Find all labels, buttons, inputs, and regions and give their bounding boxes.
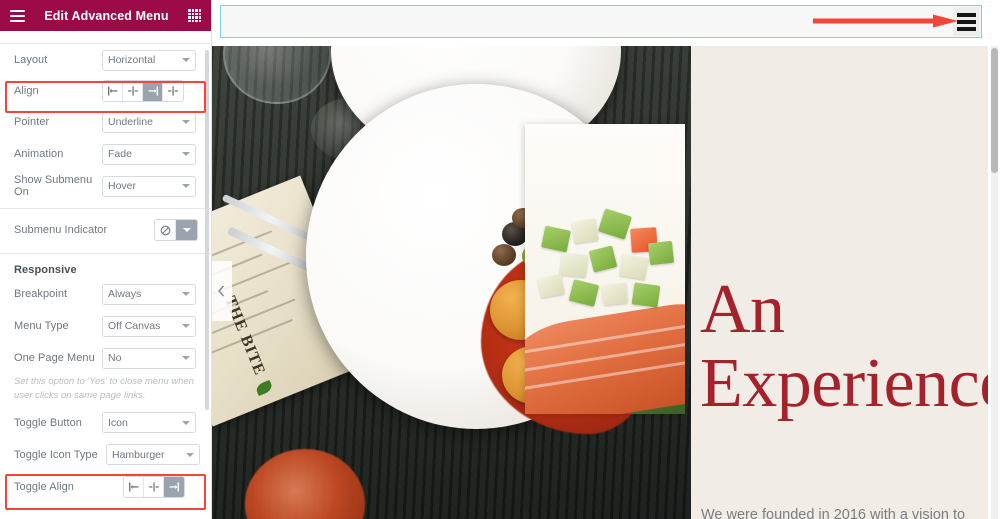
- chevron-down-icon: [182, 324, 190, 328]
- preview-scrollbar-thumb[interactable]: [991, 48, 998, 173]
- chevron-down-icon: [182, 420, 190, 425]
- panel-scrollbar[interactable]: [205, 50, 209, 410]
- control-row-show-submenu-on: Show Submenu On Hover: [0, 170, 211, 202]
- select-toggle-icon-type[interactable]: Hamburger: [106, 444, 200, 466]
- select-one-page-menu[interactable]: No: [102, 347, 196, 369]
- hero-text-column: An Experience We were founded in 2016 wi…: [691, 46, 1000, 519]
- salmon-photo: [525, 124, 685, 414]
- label-toggle-button: Toggle Button: [14, 416, 82, 429]
- control-row-one-page-menu: One Page Menu No: [0, 342, 211, 374]
- align-left-button[interactable]: [103, 81, 123, 101]
- select-menu-type-value: Off Canvas: [108, 320, 161, 332]
- select-pointer[interactable]: Underline: [102, 111, 196, 133]
- chevron-down-icon: [182, 120, 190, 124]
- panel-subbar: [0, 31, 211, 44]
- hero-photo-collage: THE BITE: [211, 46, 691, 519]
- label-pointer: Pointer: [14, 116, 50, 128]
- headline-line-2: Experience: [700, 345, 1000, 422]
- hamburger-toggle-icon[interactable]: [953, 7, 980, 36]
- control-row-toggle-align: Toggle Align: [0, 471, 211, 503]
- app-root: Edit Advanced Menu Layout Horizontal Ali…: [0, 0, 1000, 519]
- menu-widget-container[interactable]: [220, 5, 982, 38]
- select-toggle-button-value: Icon: [108, 416, 128, 429]
- select-toggle-icon-type-value: Hamburger: [112, 448, 165, 461]
- one-page-menu-helper-text: Set this option to 'Yes' to close menu w…: [14, 376, 195, 401]
- control-row-layout: Layout Horizontal: [0, 44, 211, 76]
- headline-line-1: An: [700, 271, 785, 348]
- label-menu-type: Menu Type: [14, 320, 69, 332]
- label-animation: Animation: [14, 148, 64, 160]
- label-one-page-menu: One Page Menu: [14, 352, 95, 364]
- control-row-toggle-button: Toggle Button Icon: [0, 407, 211, 439]
- chevron-down-icon: [182, 292, 190, 296]
- chevron-down-icon: [186, 452, 194, 457]
- select-animation-value: Fade: [108, 148, 132, 160]
- label-show-submenu-on: Show Submenu On: [14, 174, 93, 198]
- toggle-align-left-button[interactable]: [124, 476, 144, 497]
- toggle-align-right-button[interactable]: [164, 476, 184, 497]
- panel-title: Edit Advanced Menu: [44, 8, 169, 23]
- select-menu-type[interactable]: Off Canvas: [102, 315, 196, 337]
- panel-body: Layout Horizontal Align Pointer Underlin…: [0, 44, 211, 519]
- control-row-pointer: Pointer Underline: [0, 106, 211, 138]
- control-row-animation: Animation Fade: [0, 138, 211, 170]
- label-toggle-icon-type: Toggle Icon Type: [14, 448, 98, 461]
- label-toggle-align: Toggle Align: [14, 480, 74, 493]
- align-center-button[interactable]: [123, 81, 143, 101]
- select-pointer-value: Underline: [108, 116, 153, 128]
- grid-apps-icon[interactable]: [188, 9, 201, 22]
- select-breakpoint[interactable]: Always: [102, 283, 196, 305]
- preview-canvas: THE BITE An Experience We were founded i…: [211, 0, 1000, 519]
- select-layout-value: Horizontal: [108, 54, 156, 66]
- control-row-align: Align: [0, 76, 211, 106]
- salmon-fillet: [525, 298, 685, 414]
- align-button-group: [102, 80, 184, 102]
- chevron-down-icon: [182, 152, 190, 156]
- chevron-down-icon: [182, 184, 190, 188]
- toggle-align-button-group: [123, 475, 185, 498]
- panel-header: Edit Advanced Menu: [0, 0, 211, 31]
- chevron-down-icon: [182, 58, 190, 62]
- preview-header-area: [211, 0, 1000, 46]
- align-right-button[interactable]: [143, 81, 163, 101]
- editor-panel: Edit Advanced Menu Layout Horizontal Ali…: [0, 0, 211, 519]
- toggle-align-center-button[interactable]: [144, 476, 164, 497]
- select-breakpoint-value: Always: [108, 288, 142, 300]
- label-submenu-indicator: Submenu Indicator: [14, 224, 108, 236]
- chevron-left-icon: [218, 285, 225, 297]
- slider-prev-button[interactable]: [211, 261, 232, 321]
- label-breakpoint: Breakpoint: [14, 288, 68, 300]
- section-title-responsive: Responsive: [14, 264, 77, 276]
- submenu-indicator-group: [154, 219, 198, 241]
- select-layout[interactable]: Horizontal: [102, 49, 196, 71]
- label-align: Align: [14, 85, 39, 97]
- divider: [0, 253, 211, 254]
- control-row-submenu-indicator: Submenu Indicator: [0, 213, 211, 247]
- submenu-indicator-dropdown[interactable]: [176, 220, 197, 240]
- select-show-submenu-on-value: Hover: [108, 180, 137, 192]
- chevron-down-icon: [182, 228, 191, 232]
- select-one-page-menu-value: No: [108, 352, 122, 364]
- select-show-submenu-on[interactable]: Hover: [102, 175, 196, 197]
- control-row-menu-type: Menu Type Off Canvas: [0, 310, 211, 342]
- none-icon-button[interactable]: [155, 220, 176, 240]
- control-row-breakpoint: Breakpoint Always: [0, 278, 211, 310]
- chevron-down-icon: [182, 356, 190, 360]
- align-justify-button[interactable]: [163, 81, 183, 101]
- label-layout: Layout: [14, 54, 48, 66]
- select-animation[interactable]: Fade: [102, 143, 196, 165]
- panel-menu-icon[interactable]: [10, 9, 25, 22]
- divider: [0, 208, 211, 209]
- control-row-toggle-icon-type: Toggle Icon Type Hamburger: [0, 439, 211, 471]
- select-toggle-button[interactable]: Icon: [102, 412, 196, 434]
- hero-paragraph: We were founded in 2016 with a vision to…: [701, 507, 966, 519]
